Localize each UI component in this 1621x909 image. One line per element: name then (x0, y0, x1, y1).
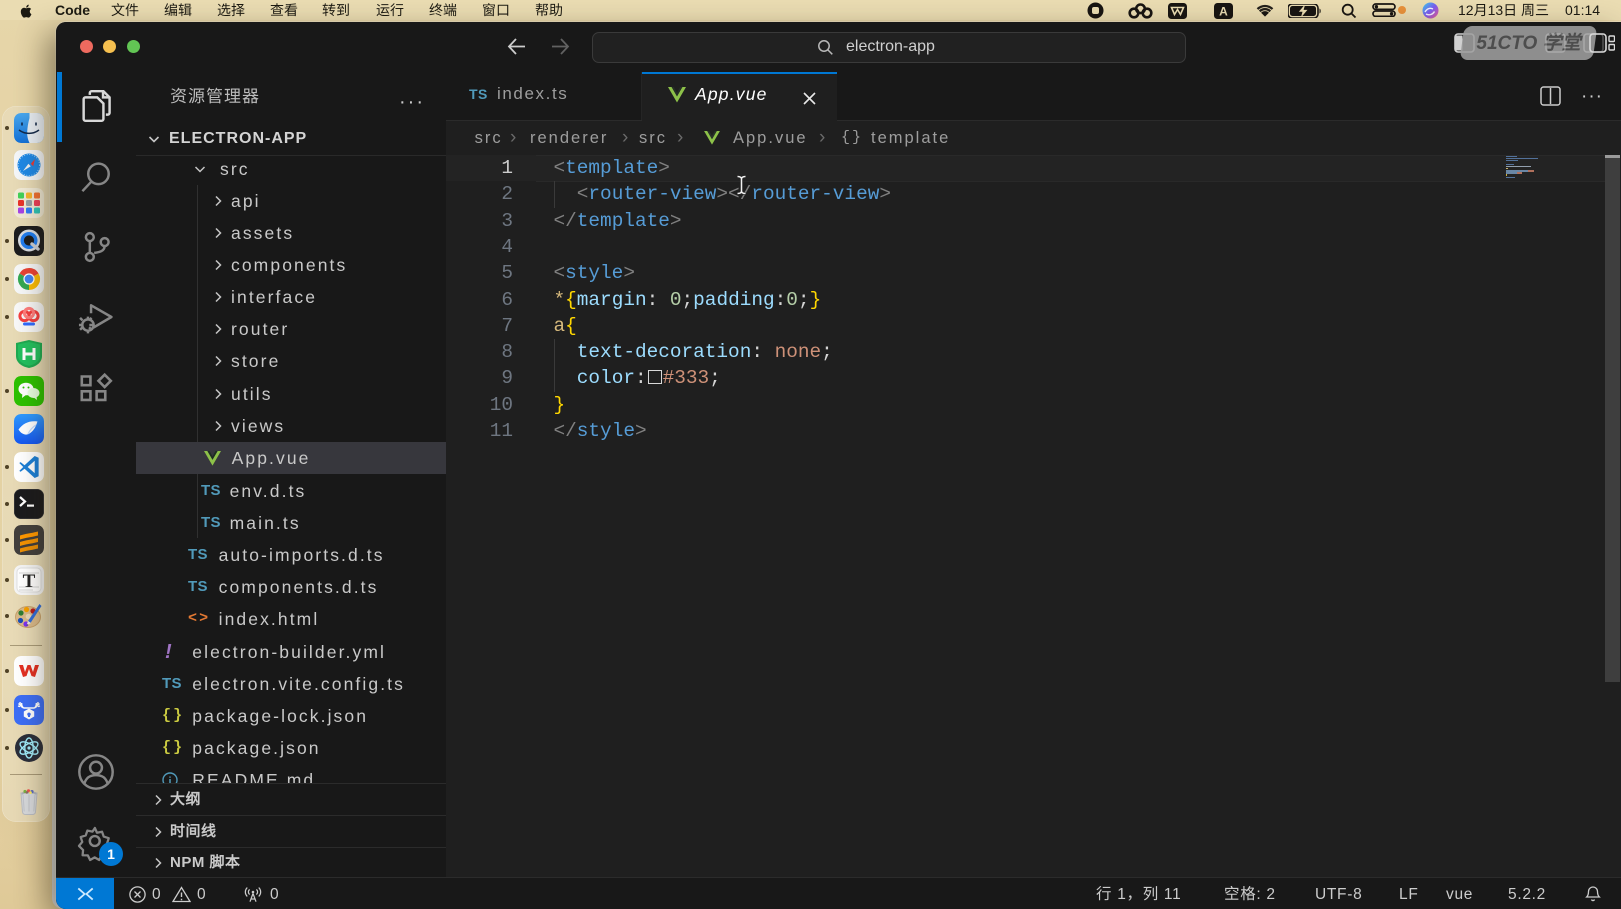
svg-text:T: T (23, 571, 36, 592)
svg-text:A: A (1219, 4, 1228, 18)
